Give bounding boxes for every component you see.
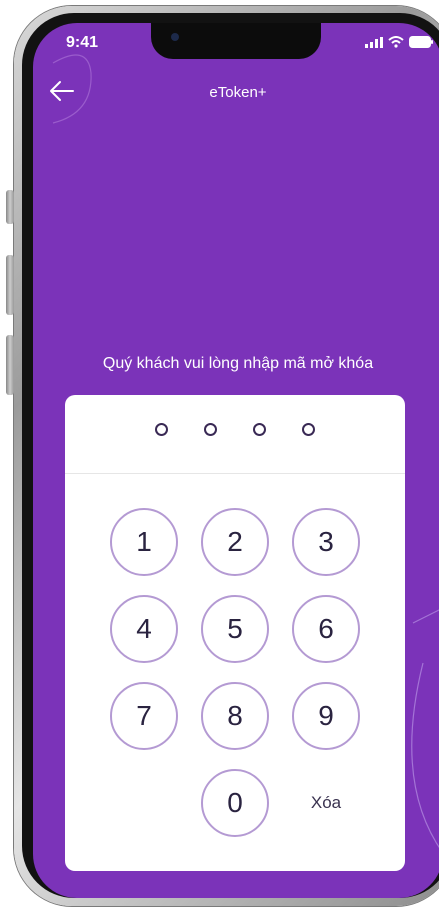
key-2[interactable]: 2 (201, 508, 269, 576)
page-title: eToken+ (209, 84, 267, 101)
wifi-icon (388, 36, 404, 48)
pin-indicator (65, 423, 405, 436)
side-button (6, 255, 14, 315)
side-button (6, 190, 14, 224)
status-time: 9:41 (66, 34, 99, 51)
key-4[interactable]: 4 (110, 595, 178, 663)
signal-icon (365, 36, 383, 48)
key-3[interactable]: 3 (292, 508, 360, 576)
battery-icon (409, 36, 433, 48)
status-icons (365, 36, 433, 48)
pin-dot (302, 423, 315, 436)
key-7[interactable]: 7 (110, 682, 178, 750)
notch (151, 23, 321, 59)
app-screen: 9:41 eToken+ Quý khách vui lòng nhập mã … (33, 23, 439, 898)
pin-dot (204, 423, 217, 436)
key-8[interactable]: 8 (201, 682, 269, 750)
key-1[interactable]: 1 (110, 508, 178, 576)
keypad-card: 1 2 3 4 5 6 7 8 9 0 Xóa (65, 395, 405, 871)
key-0[interactable]: 0 (201, 769, 269, 837)
key-6[interactable]: 6 (292, 595, 360, 663)
front-camera (171, 33, 179, 41)
divider (65, 473, 405, 474)
side-button (6, 335, 14, 395)
pin-dot (253, 423, 266, 436)
key-5[interactable]: 5 (201, 595, 269, 663)
delete-button[interactable]: Xóa (292, 769, 360, 837)
pin-dot (155, 423, 168, 436)
key-9[interactable]: 9 (292, 682, 360, 750)
unlock-prompt: Quý khách vui lòng nhập mã mở khóa (102, 355, 374, 372)
